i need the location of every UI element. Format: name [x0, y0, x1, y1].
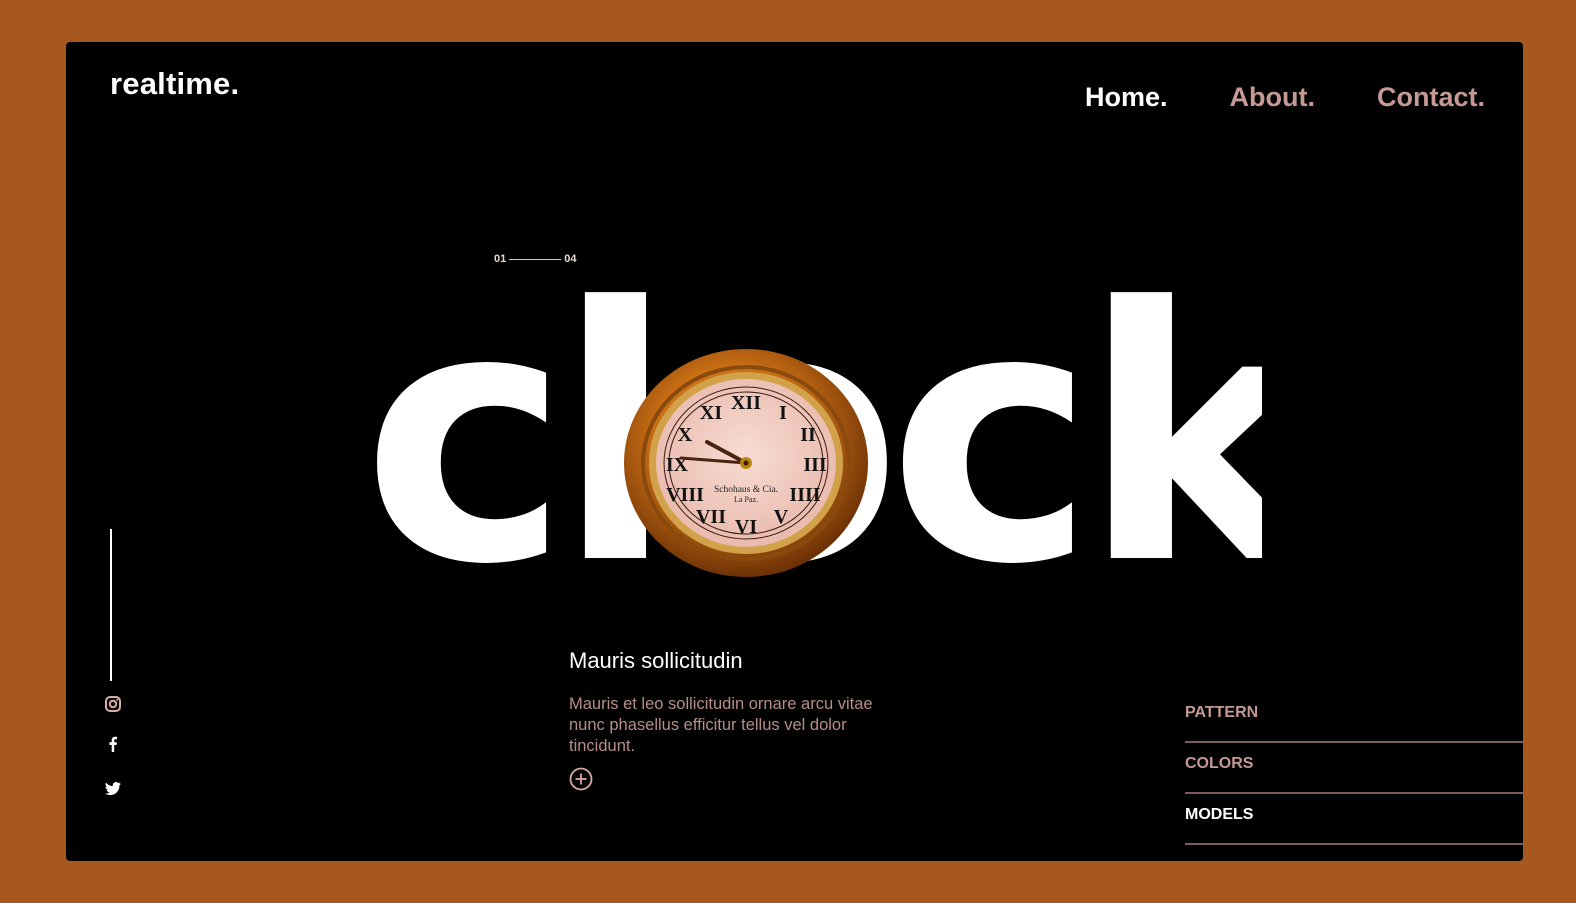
social-divider-line	[110, 529, 112, 681]
menu-item-pattern[interactable]: PATTERN	[1185, 692, 1523, 743]
svg-text:XI: XI	[700, 402, 722, 424]
description-block: Mauris sollicitudin Mauris et leo sollic…	[569, 648, 889, 757]
clock-image: XII I II III IIII V VI VII VIII IX X XI …	[624, 349, 868, 577]
hero: clock XII I II	[362, 267, 1262, 607]
facebook-icon[interactable]	[104, 735, 122, 753]
slide-total: 04	[564, 253, 577, 265]
svg-text:IIII: IIII	[789, 484, 820, 506]
clock-maker-text: Schohaus & Cia.	[714, 485, 778, 495]
logo[interactable]: realtime.	[110, 66, 239, 102]
instagram-icon[interactable]	[104, 695, 122, 713]
slide-progress-line	[509, 258, 562, 260]
category-menu: PATTERN COLORS MODELS	[1185, 692, 1523, 845]
svg-text:XII: XII	[731, 392, 761, 414]
nav-home[interactable]: Home.	[1085, 82, 1168, 113]
main-nav: Home. About. Contact.	[1085, 82, 1485, 113]
svg-text:I: I	[779, 402, 787, 424]
twitter-icon[interactable]	[104, 780, 122, 798]
page-frame: realtime. Home. About. Contact. 01 04 cl…	[66, 42, 1523, 861]
svg-text:III: III	[803, 454, 827, 476]
svg-text:V: V	[774, 506, 789, 528]
nav-about[interactable]: About.	[1230, 82, 1315, 113]
svg-text:X: X	[678, 424, 693, 446]
svg-text:II: II	[800, 424, 816, 446]
svg-text:VI: VI	[735, 516, 757, 538]
plus-circle-icon[interactable]	[569, 767, 593, 791]
menu-item-models[interactable]: MODELS	[1185, 794, 1523, 845]
description-body: Mauris et leo sollicitudin ornare arcu v…	[569, 695, 873, 755]
svg-text:VII: VII	[696, 506, 726, 528]
menu-item-colors[interactable]: COLORS	[1185, 743, 1523, 794]
slide-current: 01	[494, 253, 507, 265]
svg-text:VIII: VIII	[666, 484, 704, 506]
nav-contact[interactable]: Contact.	[1377, 82, 1485, 113]
description-title: Mauris sollicitudin	[569, 648, 743, 673]
slide-counter: 01 04	[494, 253, 577, 265]
clock-city-text: La Paz.	[734, 495, 758, 504]
